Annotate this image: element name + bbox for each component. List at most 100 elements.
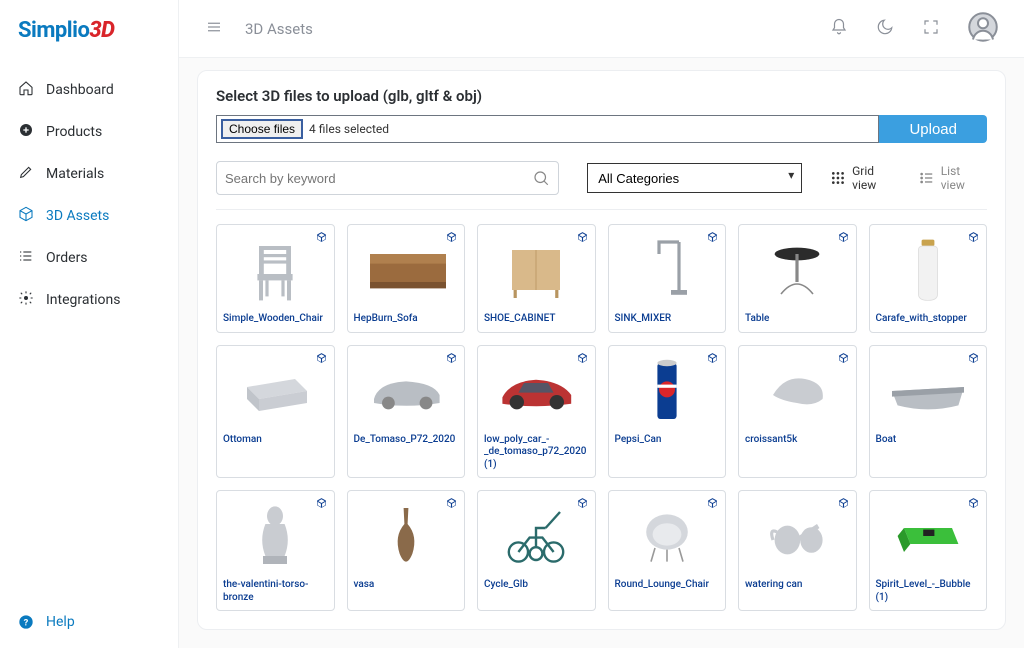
- asset-thumbnail: [352, 350, 461, 432]
- asset-card[interactable]: Simple_Wooden_Chair: [216, 224, 335, 333]
- sidebar-item-orders[interactable]: Orders: [0, 237, 178, 279]
- asset-thumbnail: [613, 229, 722, 311]
- sidebar-item-label: Integrations: [46, 292, 120, 308]
- sidebar-item-products[interactable]: Products: [0, 111, 178, 153]
- sidebar-item-label: Dashboard: [46, 82, 114, 98]
- fullscreen-button[interactable]: [916, 12, 946, 46]
- asset-card[interactable]: HepBurn_Sofa: [347, 224, 466, 333]
- asset-thumbnail: [743, 495, 852, 577]
- menu-toggle[interactable]: [199, 12, 229, 46]
- asset-card[interactable]: Table: [738, 224, 857, 333]
- asset-thumbnail: [221, 495, 330, 577]
- asset-title: Carafe_with_stopper: [874, 313, 983, 326]
- cube-icon: [445, 231, 458, 248]
- list-icon: [919, 170, 935, 186]
- asset-thumbnail: [352, 229, 461, 311]
- asset-thumbnail: [874, 495, 983, 577]
- asset-card[interactable]: Carafe_with_stopper: [869, 224, 988, 333]
- help-link[interactable]: ? Help: [0, 602, 178, 648]
- theme-toggle[interactable]: [870, 12, 900, 46]
- asset-card[interactable]: SHOE_CABINET: [477, 224, 596, 333]
- user-avatar[interactable]: [962, 6, 1004, 52]
- cube-icon: [706, 231, 719, 248]
- cube-icon: [315, 352, 328, 369]
- asset-card[interactable]: croissant5k: [738, 345, 857, 479]
- asset-thumbnail: [221, 350, 330, 432]
- asset-card[interactable]: De_Tomaso_P72_2020: [347, 345, 466, 479]
- asset-thumbnail: [352, 495, 461, 577]
- cube-icon: [576, 352, 589, 369]
- grid-view-button[interactable]: Grid view: [830, 164, 901, 192]
- asset-thumbnail: [743, 229, 852, 311]
- cube-icon: [706, 497, 719, 514]
- asset-card[interactable]: vasa: [347, 490, 466, 611]
- cube-icon: [967, 231, 980, 248]
- divider: [216, 209, 987, 210]
- cube-icon: [837, 497, 850, 514]
- category-select[interactable]: All Categories: [587, 163, 802, 193]
- cube-icon: [967, 352, 980, 369]
- home-icon: [18, 80, 34, 100]
- file-status: 4 files selected: [309, 122, 389, 136]
- sidebar-item-integrations[interactable]: Integrations: [0, 279, 178, 321]
- asset-card[interactable]: Pepsi_Can: [608, 345, 727, 479]
- cube-icon: [576, 497, 589, 514]
- asset-title: SINK_MIXER: [613, 313, 722, 326]
- hamburger-icon: [205, 18, 223, 36]
- asset-card[interactable]: the-valentini-torso-bronze: [216, 490, 335, 611]
- cube-icon: [706, 352, 719, 369]
- cube-icon: [315, 231, 328, 248]
- cube-icon: [445, 497, 458, 514]
- asset-card[interactable]: low_poly_car_-_de_tomaso_p72_2020 (1): [477, 345, 596, 479]
- cube-icon: [837, 352, 850, 369]
- asset-thumbnail: [482, 495, 591, 577]
- asset-card[interactable]: Boat: [869, 345, 988, 479]
- search-icon: [532, 169, 550, 187]
- asset-title: Boat: [874, 434, 983, 447]
- asset-title: HepBurn_Sofa: [352, 313, 461, 326]
- cube-icon: [837, 231, 850, 248]
- asset-card[interactable]: Ottoman: [216, 345, 335, 479]
- asset-title: vasa: [352, 579, 461, 592]
- svg-text:?: ?: [24, 617, 29, 628]
- topbar: 3D Assets: [179, 0, 1024, 58]
- notifications-button[interactable]: [824, 12, 854, 46]
- asset-title: Pepsi_Can: [613, 434, 722, 447]
- asset-grid: Simple_Wooden_Chair HepBurn_Sofa SHOE_CABI…: [216, 224, 987, 611]
- help-icon: ?: [18, 614, 34, 630]
- moon-icon: [876, 18, 894, 36]
- asset-title: Round_Lounge_Chair: [613, 579, 722, 592]
- choose-files-button[interactable]: Choose files: [221, 119, 303, 139]
- sidebar: Simplio3D Dashboard Products Materials 3D A…: [0, 0, 178, 648]
- asset-title: De_Tomaso_P72_2020: [352, 434, 461, 447]
- asset-card[interactable]: SINK_MIXER: [608, 224, 727, 333]
- list-view-button[interactable]: List view: [919, 164, 987, 192]
- asset-title: watering can: [743, 579, 852, 592]
- search-input[interactable]: [225, 171, 532, 186]
- asset-title: Simple_Wooden_Chair: [221, 313, 330, 326]
- upload-row: Choose files 4 files selected Upload: [216, 115, 987, 143]
- cube-icon: [445, 352, 458, 369]
- asset-thumbnail: [221, 229, 330, 311]
- main: 3D Assets Select 3D files to upload (glb…: [178, 0, 1024, 648]
- asset-title: croissant5k: [743, 434, 852, 447]
- asset-thumbnail: [613, 495, 722, 577]
- asset-card[interactable]: watering can: [738, 490, 857, 611]
- sidebar-item-label: Materials: [46, 166, 104, 182]
- asset-thumbnail: [874, 229, 983, 311]
- file-input-wrap[interactable]: Choose files 4 files selected: [216, 115, 879, 143]
- sidebar-item-materials[interactable]: Materials: [0, 153, 178, 195]
- asset-card[interactable]: Round_Lounge_Chair: [608, 490, 727, 611]
- sidebar-item-dashboard[interactable]: Dashboard: [0, 69, 178, 111]
- upload-button[interactable]: Upload: [879, 115, 987, 143]
- sidebar-item-3d-assets[interactable]: 3D Assets: [0, 195, 178, 237]
- plus-circle-icon: [18, 122, 34, 142]
- asset-card[interactable]: Spirit_Level_-_Bubble (1): [869, 490, 988, 611]
- sidebar-item-label: Products: [46, 124, 102, 140]
- fullscreen-icon: [922, 18, 940, 36]
- logo[interactable]: Simplio3D: [0, 0, 178, 57]
- search-input-wrap[interactable]: [216, 161, 559, 195]
- upload-title: Select 3D files to upload (glb, gltf & o…: [216, 87, 987, 105]
- asset-card[interactable]: Cycle_Glb: [477, 490, 596, 611]
- brush-icon: [18, 164, 34, 184]
